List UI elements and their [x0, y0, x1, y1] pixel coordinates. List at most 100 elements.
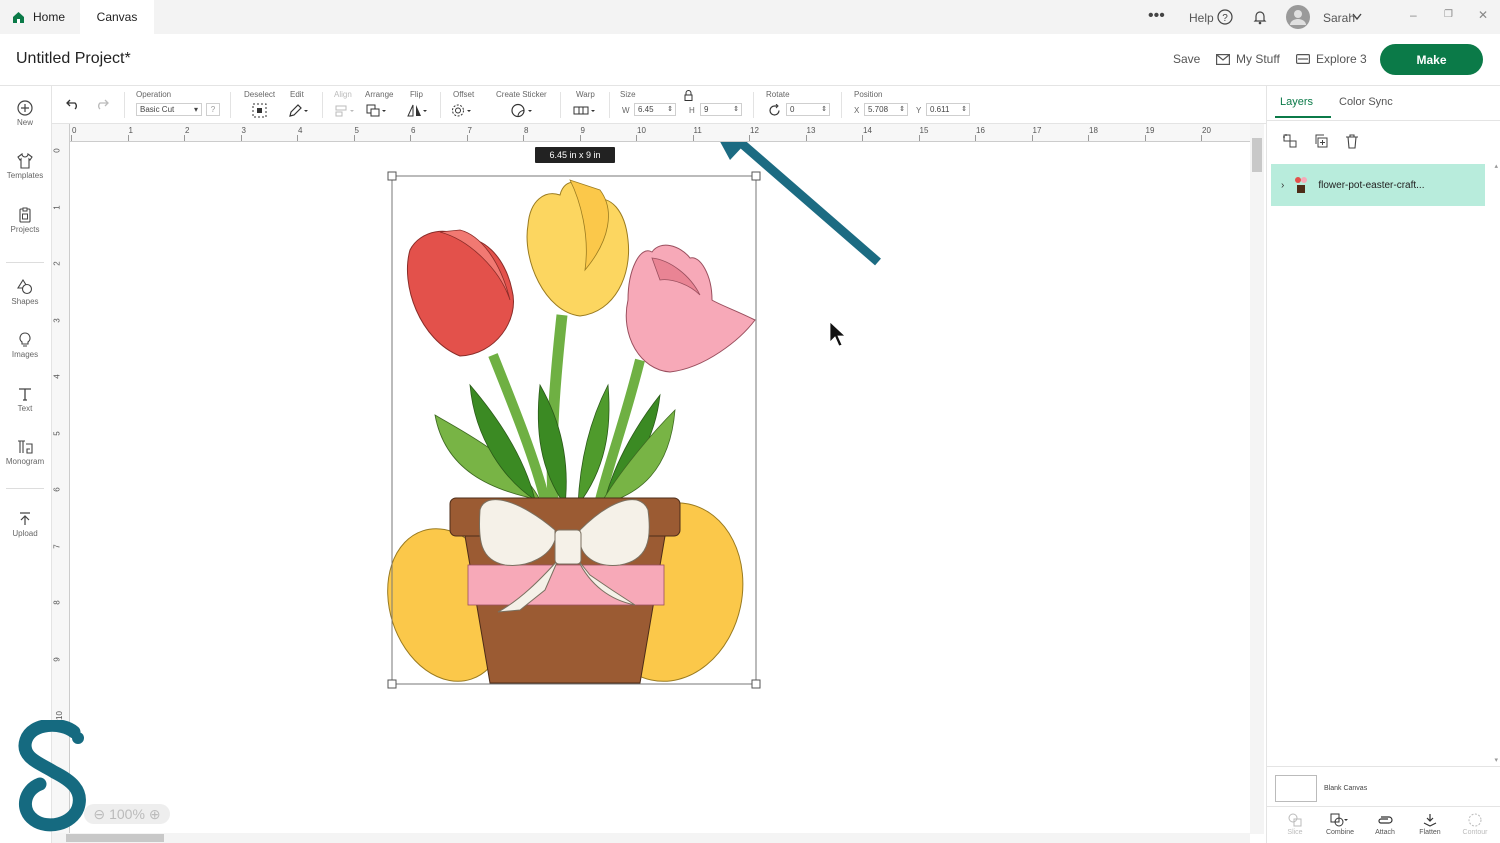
minimize-icon[interactable]: – [1410, 8, 1417, 22]
lock-icon[interactable] [684, 90, 693, 101]
projects-button[interactable]: Projects [0, 207, 50, 234]
ruler-left-label: 6 [52, 487, 62, 492]
ruler-top-label: 17 [1032, 126, 1042, 135]
flatten-icon [1423, 814, 1437, 827]
tab-home[interactable]: Home [0, 0, 80, 34]
operation-select[interactable]: Basic Cut ▾ [136, 103, 202, 116]
slice-label: Slice [1287, 829, 1303, 836]
operation-value: Basic Cut [140, 105, 175, 114]
tab-layers[interactable]: Layers [1280, 96, 1313, 108]
images-label: Images [11, 350, 39, 359]
ruler-top-label: 12 [750, 126, 759, 135]
height-input[interactable]: 9 ⇕ [700, 103, 742, 116]
projects-label: Projects [10, 225, 40, 234]
new-button[interactable]: New [0, 100, 50, 127]
group-icon[interactable] [1282, 133, 1298, 149]
design-canvas[interactable] [70, 142, 1250, 834]
close-icon[interactable]: ✕ [1478, 8, 1488, 22]
contour-icon [1468, 813, 1482, 827]
projects-icon [19, 207, 31, 223]
x-input[interactable]: 5.708 ⇕ [864, 103, 908, 116]
text-button[interactable]: Text [0, 386, 50, 413]
sticker-icon [511, 103, 532, 118]
machine-button[interactable]: Explore 3 [1296, 52, 1367, 66]
machine-label: Explore 3 [1316, 52, 1367, 66]
bell-icon[interactable] [1252, 9, 1268, 25]
contour-button: Contour [1453, 813, 1497, 836]
combine-icon [1330, 813, 1348, 827]
plus-circle-icon [17, 100, 33, 116]
chevron-down-icon[interactable] [1352, 13, 1362, 21]
more-options-icon[interactable]: ••• [1148, 7, 1165, 25]
horizontal-scrollbar[interactable] [52, 833, 1250, 843]
flip-label: Flip [410, 90, 423, 99]
user-name[interactable]: Sarah [1323, 11, 1355, 25]
height-label: H [689, 106, 695, 115]
position-label: Position [854, 90, 883, 99]
upload-icon [20, 512, 30, 525]
upload-label: Upload [12, 529, 38, 538]
operation-help-icon[interactable]: ? [206, 103, 220, 116]
width-input[interactable]: 6.45 ⇕ [634, 103, 676, 116]
templates-button[interactable]: Templates [0, 153, 50, 180]
attach-button[interactable]: Attach [1363, 813, 1407, 836]
height-value: 9 [704, 105, 709, 114]
zoom-in-icon[interactable]: ⊕ [149, 806, 161, 823]
ruler-left-label: 4 [52, 374, 62, 379]
lightbulb-icon [19, 332, 31, 347]
y-input[interactable]: 0.611 ⇕ [926, 103, 970, 116]
combine-button[interactable]: Combine [1318, 813, 1362, 836]
ruler-top-label: 8 [524, 126, 529, 135]
help-icon[interactable]: ? [1217, 9, 1233, 25]
my-stuff-label: My Stuff [1236, 52, 1280, 66]
images-button[interactable]: Images [0, 332, 50, 359]
undo-icon[interactable] [66, 98, 80, 110]
tab-canvas[interactable]: Canvas [80, 0, 154, 34]
make-button[interactable]: Make [1380, 44, 1483, 75]
edit-label: Edit [290, 90, 304, 99]
tab-bar: Home Canvas ••• Help ? Sarah – ❐ ✕ [0, 0, 1500, 34]
monogram-label: Monogram [5, 457, 45, 466]
flower-pot-design[interactable] [369, 179, 759, 697]
shapes-button[interactable]: Shapes [0, 279, 50, 306]
duplicate-icon[interactable] [1313, 133, 1329, 149]
flatten-button[interactable]: Flatten [1408, 813, 1452, 836]
help-label[interactable]: Help [1189, 11, 1214, 25]
layer-name: flower-pot-easter-craft... [1318, 179, 1425, 191]
contour-label: Contour [1462, 829, 1488, 836]
offset-icon [452, 104, 471, 117]
ruler-top-label: 10 [637, 126, 646, 135]
shapes-icon [17, 279, 33, 295]
deselect-icon [252, 103, 267, 118]
expand-chevron-icon[interactable]: › [1281, 180, 1284, 191]
trash-icon[interactable] [1344, 133, 1360, 149]
page-title[interactable]: Untitled Project* [16, 50, 131, 68]
vertical-scrollbar[interactable] [1250, 124, 1264, 834]
align-icon [335, 105, 354, 117]
blank-canvas-swatch[interactable] [1275, 775, 1317, 802]
slice-icon [1288, 813, 1302, 827]
rotate-value: 0 [790, 105, 795, 114]
layer-item[interactable]: › flower-pot-easter-craft... [1271, 164, 1485, 206]
ruler-top-label: 7 [467, 126, 472, 135]
titlebar-right: ••• Help ? Sarah – ❐ ✕ [1148, 0, 1500, 34]
upload-button[interactable]: Upload [0, 511, 50, 538]
flatten-label: Flatten [1419, 829, 1441, 836]
avatar[interactable] [1286, 5, 1310, 29]
save-button[interactable]: Save [1173, 52, 1200, 66]
blank-canvas-label: Blank Canvas [1324, 785, 1368, 792]
operation-label: Operation [136, 90, 172, 99]
zoom-control[interactable]: ⊖ 100% ⊕ [84, 804, 170, 824]
mail-icon [1216, 53, 1230, 65]
layers-panel: Layers Color Sync › flower-pot-easter-cr… [1266, 86, 1500, 843]
my-stuff-button[interactable]: My Stuff [1216, 52, 1280, 66]
ruler-top-label: 9 [580, 126, 585, 135]
tab-color-sync[interactable]: Color Sync [1339, 96, 1393, 108]
size-tooltip: 6.45 in x 9 in [535, 147, 615, 163]
deselect-label: Deselect [244, 90, 276, 99]
rotate-input[interactable]: 0 ⇕ [786, 103, 830, 116]
restore-icon[interactable]: ❐ [1444, 9, 1453, 20]
ruler-top-label: 20 [1202, 126, 1211, 135]
monogram-button[interactable]: Monogram [0, 439, 50, 466]
zoom-out-icon[interactable]: ⊖ [93, 806, 105, 823]
